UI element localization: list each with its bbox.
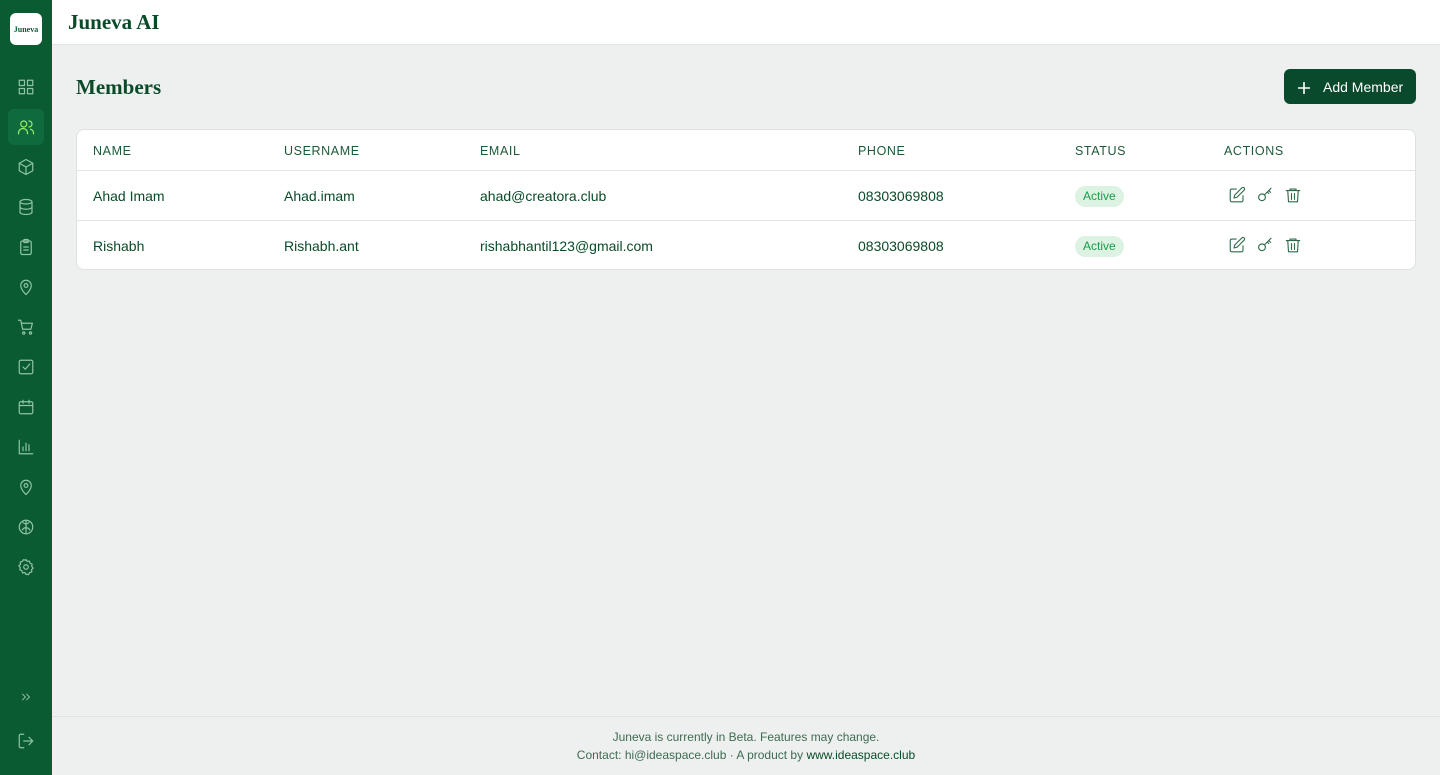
logout-button[interactable] [8, 723, 44, 759]
calendar-icon [18, 399, 34, 415]
grid-icon [18, 79, 34, 95]
table-row: Ahad Imam Ahad.imam ahad@creatora.club 0… [77, 171, 1415, 221]
delete-button[interactable] [1284, 236, 1302, 254]
users-icon [17, 120, 35, 135]
sidebar-item-cart[interactable] [8, 309, 44, 345]
footer-contact: Contact: hi@ideaspace.club · A product b… [52, 748, 1440, 762]
edit-button[interactable] [1228, 186, 1246, 204]
column-header-phone: PHONE [858, 144, 906, 158]
edit-icon [1229, 186, 1246, 203]
database-icon [19, 198, 33, 216]
sidebar-item-clipboard[interactable] [8, 229, 44, 265]
beta-notice: Juneva is currently in Beta. Features ma… [612, 730, 880, 744]
map-pin-icon [20, 479, 32, 496]
top-bar: Juneva AI [52, 0, 1440, 45]
table-header: NAME USERNAME EMAIL PHONE STATUS ACTIONS [77, 130, 1415, 171]
cell-email: rishabhantil123@gmail.com [480, 238, 653, 254]
add-member-button[interactable]: Add Member [1284, 69, 1416, 104]
clipboard-icon [20, 238, 32, 256]
app-title: Juneva AI [68, 10, 160, 34]
cell-username: Rishabh.ant [284, 238, 359, 254]
contact-text: Contact: hi@ideaspace.club · A product b… [576, 748, 807, 762]
column-header-actions: ACTIONS [1224, 144, 1284, 158]
key-icon [1258, 187, 1272, 202]
sidebar-item-settings[interactable] [8, 549, 44, 585]
sidebar-item-location[interactable] [8, 269, 44, 305]
reset-password-button[interactable] [1256, 186, 1274, 204]
sidebar-item-database[interactable] [8, 189, 44, 225]
sidebar-item-tasks[interactable] [8, 349, 44, 385]
cell-phone: 08303069808 [858, 238, 944, 254]
delete-button[interactable] [1284, 186, 1302, 204]
sidebar-item-dashboard[interactable] [8, 69, 44, 105]
footer: Juneva is currently in Beta. Features ma… [52, 716, 1440, 775]
trash-icon [1285, 188, 1301, 203]
cell-name: Ahad Imam [93, 188, 165, 204]
column-header-name: NAME [93, 144, 132, 158]
sidebar-expand-button[interactable] [8, 679, 44, 715]
logout-icon [18, 733, 34, 749]
column-header-email: EMAIL [480, 144, 521, 158]
sidebar: Juneva [0, 0, 52, 775]
location-pin-icon [20, 279, 32, 296]
box-icon [18, 158, 34, 176]
logo-text: Juneva [13, 24, 39, 34]
table-row: Rishabh Rishabh.ant rishabhantil123@gmai… [77, 221, 1415, 269]
row-actions [1228, 236, 1302, 254]
status-badge: Active [1075, 186, 1124, 207]
reset-password-button[interactable] [1256, 236, 1274, 254]
plus-icon [1298, 81, 1310, 94]
gear-icon [18, 558, 34, 576]
bar-chart-icon [18, 439, 34, 455]
sidebar-item-ai[interactable] [8, 509, 44, 545]
column-header-status: STATUS [1075, 144, 1127, 158]
page-title: Members [76, 75, 162, 99]
sidebar-item-analytics[interactable] [8, 429, 44, 465]
cell-email: ahad@creatora.club [480, 188, 607, 204]
edit-icon [1229, 236, 1246, 253]
cell-name: Rishabh [93, 238, 145, 254]
trash-icon [1285, 238, 1301, 253]
app-logo[interactable]: Juneva [10, 13, 42, 45]
cell-phone: 08303069808 [858, 188, 944, 204]
sidebar-item-members[interactable] [8, 109, 44, 145]
checkbox-icon [18, 359, 34, 375]
add-member-label: Add Member [1323, 78, 1404, 95]
edit-button[interactable] [1228, 236, 1246, 254]
status-badge: Active [1075, 236, 1124, 257]
members-table: NAME USERNAME EMAIL PHONE STATUS ACTIONS… [76, 129, 1416, 270]
cell-username: Ahad.imam [284, 188, 355, 204]
sidebar-item-map[interactable] [8, 469, 44, 505]
cart-icon [17, 319, 33, 335]
sidebar-item-calendar[interactable] [8, 389, 44, 425]
column-header-username: USERNAME [284, 144, 360, 158]
chevrons-right-icon [22, 693, 30, 701]
brain-icon [18, 519, 34, 535]
sidebar-item-products[interactable] [8, 149, 44, 185]
key-icon [1258, 237, 1272, 252]
ideaspace-link[interactable]: www.ideaspace.club [806, 748, 915, 762]
row-actions [1228, 186, 1302, 204]
